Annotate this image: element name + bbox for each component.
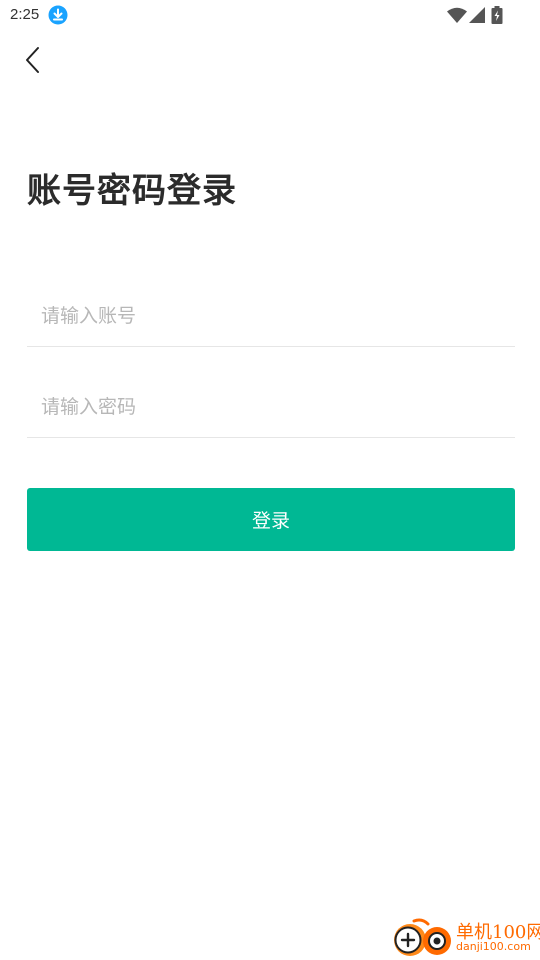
- download-icon: [48, 5, 68, 25]
- password-input[interactable]: [41, 393, 501, 421]
- signal-icon: [469, 7, 485, 23]
- status-bar: 2:25: [0, 0, 540, 30]
- account-field: [27, 286, 515, 347]
- password-field: [27, 377, 515, 438]
- battery-icon: [491, 6, 503, 24]
- account-input[interactable]: [41, 302, 501, 330]
- login-button[interactable]: 登录: [27, 488, 515, 551]
- watermark: 单机100网 danji100.com: [392, 916, 540, 960]
- wifi-icon: [447, 7, 467, 23]
- back-button[interactable]: [18, 44, 48, 76]
- danji100-logo-icon: [394, 918, 451, 956]
- status-time: 2:25: [10, 6, 40, 23]
- chevron-left-icon: [26, 47, 39, 73]
- watermark-url: danji100.com: [456, 940, 531, 953]
- page-title: 账号密码登录: [27, 171, 237, 211]
- login-screen: 2:25 账号密码登录 登录: [0, 0, 540, 960]
